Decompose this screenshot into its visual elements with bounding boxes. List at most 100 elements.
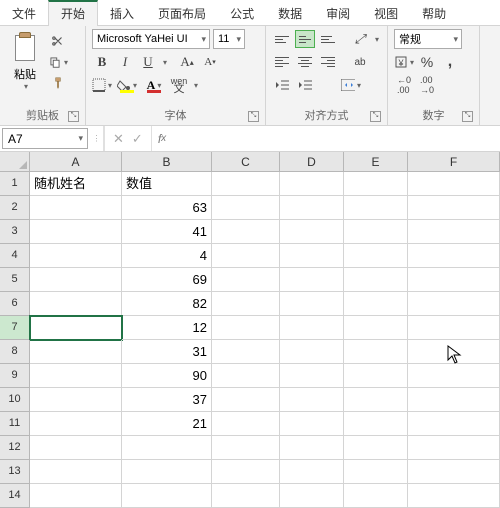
cell-A14[interactable] xyxy=(30,484,122,508)
align-middle-button[interactable] xyxy=(295,30,315,48)
row-header-12[interactable]: 12 xyxy=(0,436,30,460)
cell-C12[interactable] xyxy=(212,436,280,460)
cell-D10[interactable] xyxy=(280,388,344,412)
cell-A10[interactable] xyxy=(30,388,122,412)
cell-F6[interactable] xyxy=(408,292,500,316)
cell-D1[interactable] xyxy=(280,172,344,196)
cell-F1[interactable] xyxy=(408,172,500,196)
font-size-combo[interactable]: 11 xyxy=(213,29,245,49)
cell-E12[interactable] xyxy=(344,436,408,460)
cell-D12[interactable] xyxy=(280,436,344,460)
align-right-button[interactable] xyxy=(318,53,338,71)
comma-button[interactable]: , xyxy=(440,52,460,72)
decrease-indent-button[interactable] xyxy=(272,75,292,95)
orientation-button[interactable]: ⤢ xyxy=(350,29,370,49)
cell-D5[interactable] xyxy=(280,268,344,292)
col-header-D[interactable]: D xyxy=(280,152,344,172)
cell-E5[interactable] xyxy=(344,268,408,292)
cell-D8[interactable] xyxy=(280,340,344,364)
format-painter-button[interactable] xyxy=(48,74,68,92)
cell-A13[interactable] xyxy=(30,460,122,484)
cell-B7[interactable]: 12 xyxy=(122,316,212,340)
align-center-button[interactable] xyxy=(295,53,315,71)
cell-C10[interactable] xyxy=(212,388,280,412)
cell-C6[interactable] xyxy=(212,292,280,316)
cell-A12[interactable] xyxy=(30,436,122,460)
row-header-8[interactable]: 8 xyxy=(0,340,30,364)
menu-页面布局[interactable]: 页面布局 xyxy=(146,0,218,25)
cell-C1[interactable] xyxy=(212,172,280,196)
cell-E7[interactable] xyxy=(344,316,408,340)
fill-color-button[interactable]: ▾ xyxy=(115,75,139,95)
cell-D11[interactable] xyxy=(280,412,344,436)
cell-F4[interactable] xyxy=(408,244,500,268)
col-header-E[interactable]: E xyxy=(344,152,408,172)
menu-文件[interactable]: 文件 xyxy=(0,0,48,25)
menu-视图[interactable]: 视图 xyxy=(362,0,410,25)
menu-插入[interactable]: 插入 xyxy=(98,0,146,25)
cell-C4[interactable] xyxy=(212,244,280,268)
cell-B4[interactable]: 4 xyxy=(122,244,212,268)
paste-button[interactable]: 粘贴 ▾ xyxy=(6,29,44,91)
row-header-3[interactable]: 3 xyxy=(0,220,30,244)
cell-D2[interactable] xyxy=(280,196,344,220)
decrease-font-button[interactable]: A▾ xyxy=(200,52,220,72)
row-header-14[interactable]: 14 xyxy=(0,484,30,508)
cell-C9[interactable] xyxy=(212,364,280,388)
cell-C14[interactable] xyxy=(212,484,280,508)
cell-F3[interactable] xyxy=(408,220,500,244)
row-header-2[interactable]: 2 xyxy=(0,196,30,220)
font-name-combo[interactable]: Microsoft YaHei UI xyxy=(92,29,210,49)
increase-indent-button[interactable] xyxy=(295,75,315,95)
cell-C13[interactable] xyxy=(212,460,280,484)
name-box[interactable]: A7 xyxy=(2,128,88,149)
cell-F9[interactable] xyxy=(408,364,500,388)
cell-E3[interactable] xyxy=(344,220,408,244)
cell-E10[interactable] xyxy=(344,388,408,412)
col-header-A[interactable]: A xyxy=(30,152,122,172)
align-bottom-button[interactable] xyxy=(318,30,338,48)
cell-B1[interactable]: 数值 xyxy=(122,172,212,196)
cell-B3[interactable]: 41 xyxy=(122,220,212,244)
cell-C11[interactable] xyxy=(212,412,280,436)
cell-B12[interactable] xyxy=(122,436,212,460)
cell-E2[interactable] xyxy=(344,196,408,220)
decrease-decimal-button[interactable]: .00→0 xyxy=(417,75,437,95)
copy-button[interactable]: ▾ xyxy=(48,53,68,71)
cut-button[interactable] xyxy=(48,32,68,50)
menu-审阅[interactable]: 审阅 xyxy=(314,0,362,25)
cell-B9[interactable]: 90 xyxy=(122,364,212,388)
cell-B2[interactable]: 63 xyxy=(122,196,212,220)
cell-D6[interactable] xyxy=(280,292,344,316)
cell-C8[interactable] xyxy=(212,340,280,364)
fx-label[interactable]: fx xyxy=(152,126,172,151)
col-header-B[interactable]: B xyxy=(122,152,212,172)
cell-A2[interactable] xyxy=(30,196,122,220)
wrap-text-button[interactable]: ab xyxy=(350,52,370,72)
cell-E14[interactable] xyxy=(344,484,408,508)
cell-C7[interactable] xyxy=(212,316,280,340)
font-dialog-launcher[interactable]: ⤡ xyxy=(248,111,259,122)
cell-A1[interactable]: 随机姓名 xyxy=(30,172,122,196)
cell-B8[interactable]: 31 xyxy=(122,340,212,364)
row-header-11[interactable]: 11 xyxy=(0,412,30,436)
row-header-4[interactable]: 4 xyxy=(0,244,30,268)
align-top-button[interactable] xyxy=(272,30,292,48)
merge-cells-button[interactable]: ▾ xyxy=(341,75,361,95)
cell-E11[interactable] xyxy=(344,412,408,436)
cell-F2[interactable] xyxy=(408,196,500,220)
cell-F14[interactable] xyxy=(408,484,500,508)
cell-E9[interactable] xyxy=(344,364,408,388)
cell-E6[interactable] xyxy=(344,292,408,316)
cell-D7[interactable] xyxy=(280,316,344,340)
cell-B5[interactable]: 69 xyxy=(122,268,212,292)
enter-formula-button[interactable]: ✓ xyxy=(132,131,143,147)
formula-input[interactable] xyxy=(172,126,500,151)
row-header-9[interactable]: 9 xyxy=(0,364,30,388)
cell-C2[interactable] xyxy=(212,196,280,220)
cell-E13[interactable] xyxy=(344,460,408,484)
cell-A3[interactable] xyxy=(30,220,122,244)
cell-B10[interactable]: 37 xyxy=(122,388,212,412)
col-header-F[interactable]: F xyxy=(408,152,500,172)
align-left-button[interactable] xyxy=(272,53,292,71)
